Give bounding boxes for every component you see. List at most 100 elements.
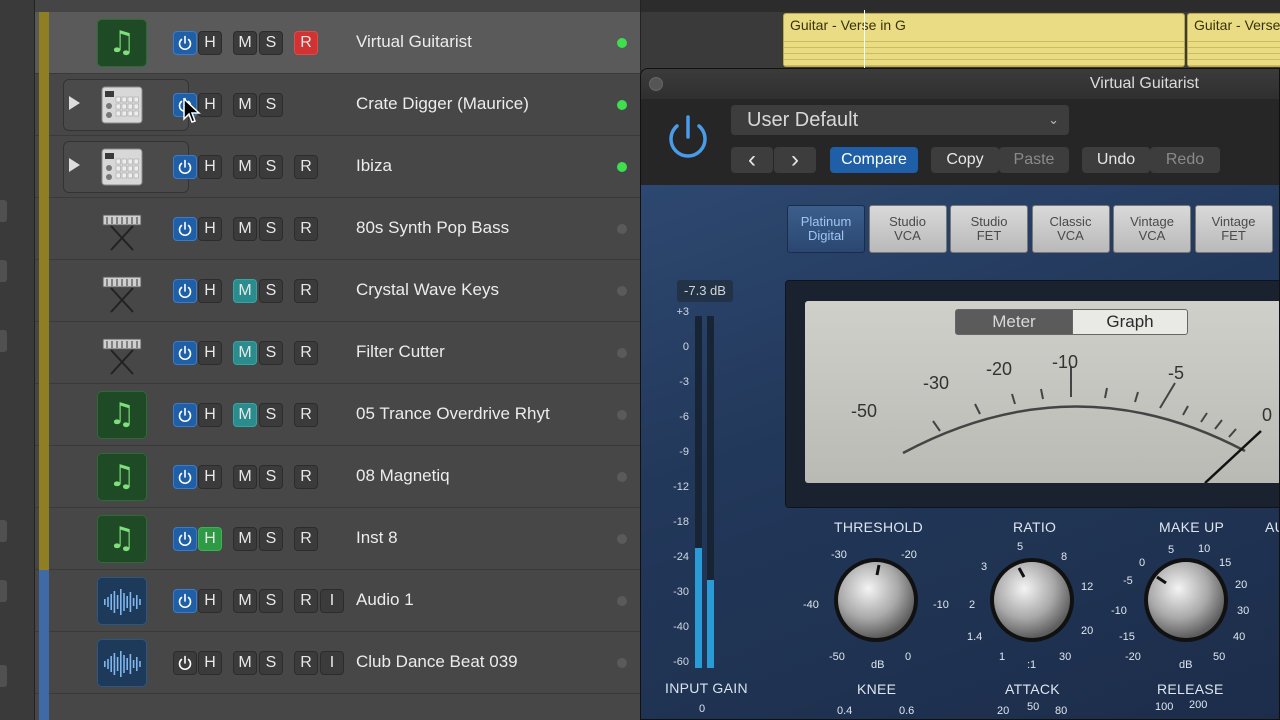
disclosure-triangle-icon[interactable] [69, 96, 80, 110]
on-off-button[interactable] [173, 155, 197, 179]
track-row[interactable]: ♫ H M S R Virtual Guitarist [35, 12, 640, 74]
compressor-model-button[interactable]: Classic VCA [1031, 205, 1110, 253]
next-preset-button[interactable]: › [774, 147, 816, 173]
compressor-model-button[interactable]: Platinum Digital [787, 205, 865, 253]
on-off-button[interactable] [173, 651, 197, 675]
hide-button[interactable]: H [198, 279, 222, 303]
solo-button[interactable]: S [259, 589, 283, 613]
track-name[interactable]: Club Dance Beat 039 [356, 652, 518, 672]
playhead[interactable] [864, 10, 865, 70]
threshold-knob[interactable] [831, 555, 921, 645]
input-monitor-button[interactable]: I [320, 651, 344, 675]
track-name[interactable]: Audio 1 [356, 590, 414, 610]
record-enable-button[interactable]: R [294, 527, 318, 551]
left-edge-handle[interactable] [0, 260, 7, 282]
on-off-button[interactable] [173, 403, 197, 427]
track-name[interactable]: Ibiza [356, 156, 392, 176]
solo-button[interactable]: S [259, 341, 283, 365]
hide-button[interactable]: H [198, 403, 222, 427]
ratio-knob[interactable] [987, 555, 1077, 645]
on-off-button[interactable] [173, 465, 197, 489]
solo-button[interactable]: S [259, 155, 283, 179]
track-row[interactable]: H M S R 80s Synth Pop Bass [35, 198, 640, 260]
solo-button[interactable]: S [259, 527, 283, 551]
left-edge-handle[interactable] [0, 330, 7, 352]
mute-button[interactable]: M [233, 465, 257, 489]
hide-button[interactable]: H [198, 527, 222, 551]
on-off-button[interactable] [173, 589, 197, 613]
meter-toggle-button[interactable]: Meter [955, 309, 1073, 335]
power-icon[interactable] [663, 113, 713, 163]
record-enable-button[interactable]: R [294, 155, 318, 179]
mute-button[interactable]: M [233, 527, 257, 551]
compressor-model-button[interactable]: Vintage FET [1194, 205, 1273, 253]
region-clip[interactable]: Guitar - Verse in G [783, 13, 1185, 67]
track-row[interactable]: H M S R Crystal Wave Keys [35, 260, 640, 322]
region-clip[interactable]: Guitar - Verse [1187, 13, 1280, 67]
disclosure-triangle-icon[interactable] [69, 158, 80, 172]
mute-button[interactable]: M [233, 279, 257, 303]
mute-button[interactable]: M [233, 217, 257, 241]
track-row[interactable]: H M S R Filter Cutter [35, 322, 640, 384]
graph-toggle-button[interactable]: Graph [1072, 309, 1188, 335]
left-edge-handle[interactable] [0, 520, 7, 542]
mute-button[interactable]: M [233, 403, 257, 427]
record-enable-button[interactable]: R [294, 31, 318, 55]
track-name[interactable]: Crystal Wave Keys [356, 280, 499, 300]
on-off-button[interactable] [173, 527, 197, 551]
solo-button[interactable]: S [259, 93, 283, 117]
compressor-model-button[interactable]: Vintage VCA [1113, 205, 1191, 253]
on-off-button[interactable] [173, 341, 197, 365]
solo-button[interactable]: S [259, 279, 283, 303]
track-name[interactable]: 08 Magnetiq [356, 466, 450, 486]
track-row[interactable] [35, 694, 640, 720]
arrange-area[interactable]: Guitar - Verse in G Guitar - Verse [640, 0, 1280, 70]
mute-button[interactable]: M [233, 93, 257, 117]
previous-preset-button[interactable]: ‹ [731, 147, 773, 173]
record-enable-button[interactable]: R [294, 403, 318, 427]
track-row[interactable]: H M S R I Audio 1 [35, 570, 640, 632]
solo-button[interactable]: S [259, 465, 283, 489]
solo-button[interactable]: S [259, 651, 283, 675]
hide-button[interactable]: H [198, 217, 222, 241]
track-row[interactable]: H M S Crate Digger (Maurice) [35, 74, 640, 136]
mute-button[interactable]: M [233, 589, 257, 613]
track-row[interactable]: ♫ H M S R 08 Magnetiq [35, 446, 640, 508]
ruler[interactable] [641, 0, 1280, 12]
track-row[interactable]: ♫ H M S R Inst 8 [35, 508, 640, 570]
input-monitor-button[interactable]: I [320, 589, 344, 613]
hide-button[interactable]: H [198, 651, 222, 675]
record-enable-button[interactable]: R [294, 279, 318, 303]
track-name[interactable]: Inst 8 [356, 528, 398, 548]
paste-button[interactable]: Paste [999, 147, 1069, 173]
record-enable-button[interactable]: R [294, 341, 318, 365]
mute-button[interactable]: M [233, 155, 257, 179]
on-off-button[interactable] [173, 217, 197, 241]
mute-button[interactable]: M [233, 341, 257, 365]
track-row[interactable]: ♫ H M S R 05 Trance Overdrive Rhyt [35, 384, 640, 446]
preset-menu[interactable]: User Default ⌄ [731, 105, 1069, 135]
track-row[interactable]: H M S R I Club Dance Beat 039 [35, 632, 640, 694]
compressor-model-button[interactable]: Studio VCA [868, 205, 947, 253]
compressor-model-button[interactable]: Studio FET [950, 205, 1028, 253]
copy-button[interactable]: Copy [931, 147, 999, 173]
mute-button[interactable]: M [233, 651, 257, 675]
plugin-titlebar[interactable]: Virtual Guitarist [641, 69, 1279, 99]
hide-button[interactable]: H [198, 31, 222, 55]
hide-button[interactable]: H [198, 155, 222, 179]
redo-button[interactable]: Redo [1150, 147, 1220, 173]
compare-button[interactable]: Compare [830, 147, 918, 173]
record-enable-button[interactable]: R [294, 217, 318, 241]
solo-button[interactable]: S [259, 31, 283, 55]
track-name[interactable]: 80s Synth Pop Bass [356, 218, 509, 238]
hide-button[interactable]: H [198, 589, 222, 613]
track-row[interactable]: H M S R Ibiza [35, 136, 640, 198]
track-name[interactable]: Crate Digger (Maurice) [356, 94, 529, 114]
mute-button[interactable]: M [233, 31, 257, 55]
record-enable-button[interactable]: R [294, 651, 318, 675]
left-edge-handle[interactable] [0, 580, 7, 602]
solo-button[interactable]: S [259, 217, 283, 241]
track-name[interactable]: 05 Trance Overdrive Rhyt [356, 404, 550, 424]
left-edge-handle[interactable] [0, 200, 7, 222]
hide-button[interactable]: H [198, 465, 222, 489]
